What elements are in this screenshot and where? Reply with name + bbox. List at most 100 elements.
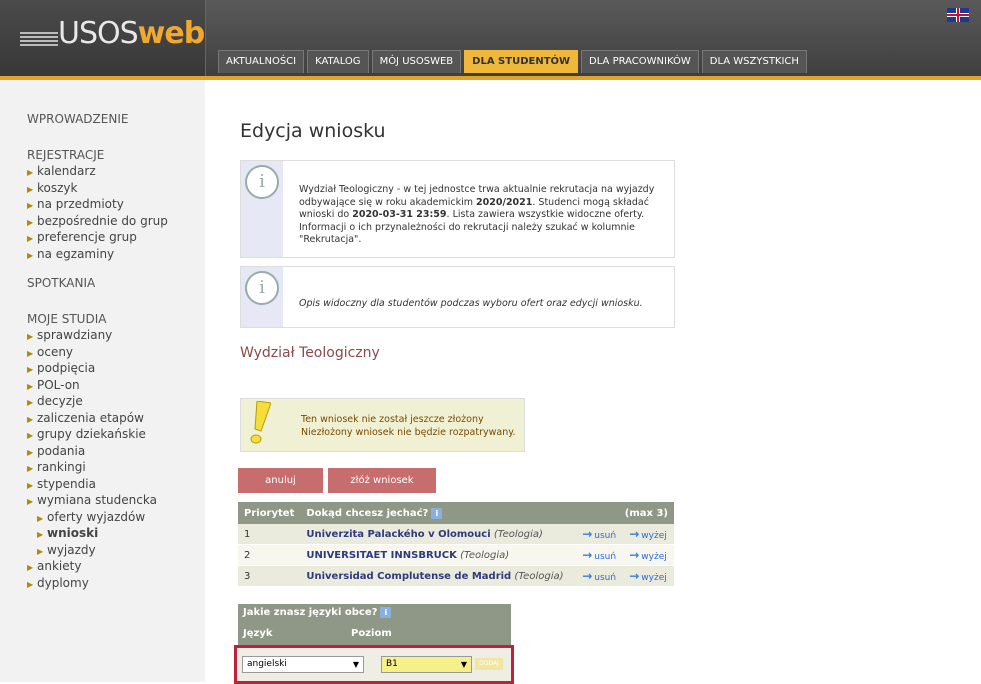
- usosweb-logo[interactable]: USOSweb: [0, 0, 206, 76]
- sidebar-item-kalendarz[interactable]: ▶ kalendarz: [27, 164, 168, 181]
- sidebar-item-rankingi[interactable]: ▶ rankingi: [27, 460, 157, 477]
- add-language-button[interactable]: DODAJ: [475, 658, 503, 670]
- bullet-icon: ▶: [27, 579, 34, 589]
- sidebar-rejestracje-list: ▶ kalendarz ▶ koszyk ▶ na przedmioty ▶ bezpo…: [27, 164, 168, 263]
- level-select[interactable]: B1 ▼: [381, 656, 472, 673]
- arrow-right-icon: →: [582, 548, 593, 562]
- info-text-description: Opis widoczny dla studentów podczas wybo…: [299, 298, 643, 309]
- sidebar-rejestracje-title[interactable]: REJESTRACJE: [27, 148, 104, 162]
- move-up-link[interactable]: → wyżej: [623, 565, 674, 587]
- sidebar: WPROWADZENIE REJESTRACJE ▶ kalendarz ▶ kos…: [0, 80, 205, 682]
- table-row: 3 Universidad Complutense de Madrid (Teo…: [238, 565, 674, 587]
- sidebar-item-na-egzaminy[interactable]: ▶ na egzaminy: [27, 247, 168, 264]
- sidebar-moje-studia-list: ▶ sprawdziany ▶ oceny ▶ podpięcia ▶ POL-on ▶…: [27, 328, 157, 592]
- move-up-link[interactable]: → wyżej: [623, 544, 674, 566]
- uk-flag-icon[interactable]: [947, 8, 969, 22]
- tab-katalog[interactable]: KATALOG: [307, 50, 369, 73]
- table-row: 1 Univerzita Palackého v Olomouci (Teolo…: [238, 524, 674, 545]
- page: USOSweb AKTUALNOŚCI KATALOG MÓJ USOSWEB …: [0, 0, 981, 684]
- tab-dla-studentow[interactable]: DLA STUDENTÓW: [464, 50, 579, 73]
- bullet-icon: ▶: [27, 563, 34, 572]
- sidebar-item-dyplomy[interactable]: ▶ dyplomy: [27, 576, 157, 593]
- sidebar-item-pol-on[interactable]: ▶ POL-on: [27, 378, 157, 395]
- chevron-down-icon: ▼: [352, 660, 359, 669]
- bullet-icon: ▶: [27, 332, 34, 341]
- tab-dla-pracownikow[interactable]: DLA PRACOWNIKÓW: [581, 50, 699, 73]
- destination-cell[interactable]: Universidad Complutense de Madrid (Teolo…: [300, 565, 577, 587]
- remove-link[interactable]: → usuń: [576, 524, 624, 545]
- sidebar-item-wyjazdy[interactable]: ▶ wyjazdy: [27, 543, 157, 560]
- info-icon: i: [245, 271, 279, 305]
- table-header: Priorytet Dokąd chcesz jechać? i (max 3): [238, 502, 674, 524]
- arrow-right-icon: →: [629, 548, 640, 562]
- sidebar-moje-studia-title[interactable]: MOJE STUDIA: [27, 312, 106, 326]
- info-text-recruitment: Wydział Teologiczny - w tej jednostce tr…: [299, 184, 655, 245]
- bullet-icon: ▶: [37, 546, 44, 556]
- bullet-icon: ▶: [27, 398, 34, 407]
- submit-application-button[interactable]: złóż wniosek: [328, 468, 436, 493]
- destination-cell[interactable]: Univerzita Palackého v Olomouci (Teologi…: [300, 524, 577, 545]
- exclamation-warning-icon: [250, 401, 271, 444]
- help-icon[interactable]: i: [431, 507, 443, 519]
- bullet-icon: ▶: [27, 464, 34, 473]
- language-select[interactable]: angielski ▼: [242, 656, 364, 673]
- cancel-application-button[interactable]: anuluj wniosek: [238, 468, 323, 511]
- page-title: Edycja wniosku: [240, 120, 386, 142]
- bullet-icon: ▶: [27, 250, 34, 260]
- bullet-icon: ▶: [27, 201, 34, 210]
- sidebar-item-wymiana[interactable]: ▶ wymiana studencka: [27, 493, 157, 510]
- help-icon[interactable]: i: [380, 607, 392, 618]
- warning-box: Ten wniosek nie został jeszcze złożony N…: [240, 398, 525, 452]
- sidebar-spotkania[interactable]: SPOTKANIA: [27, 276, 95, 290]
- bullet-icon: ▶: [27, 168, 34, 177]
- sidebar-item-na-przedmioty[interactable]: ▶ na przedmioty: [27, 197, 168, 214]
- tab-aktualnosci[interactable]: AKTUALNOŚCI: [218, 50, 305, 73]
- bullet-icon: ▶: [27, 217, 34, 227]
- bullet-icon: ▶: [27, 480, 34, 490]
- destinations-table: Priorytet Dokąd chcesz jechać? i (max 3) …: [238, 502, 674, 587]
- languages-header: Jakie znasz języki obce? i Język Poziom: [238, 604, 511, 646]
- bullet-icon: ▶: [27, 184, 34, 194]
- sidebar-wprowadzenie[interactable]: WPROWADZENIE: [27, 112, 128, 126]
- arrow-right-icon: →: [582, 527, 593, 541]
- bullet-icon: ▶: [27, 365, 34, 374]
- arrow-right-icon: →: [629, 527, 640, 541]
- sidebar-item-ankiety[interactable]: ▶ ankiety: [27, 559, 157, 576]
- sidebar-item-oceny[interactable]: ▶ oceny: [27, 345, 157, 362]
- bullet-icon: ▶: [37, 530, 44, 539]
- remove-link[interactable]: → usuń: [576, 565, 624, 587]
- sidebar-item-podania[interactable]: ▶ podania: [27, 444, 157, 461]
- remove-link[interactable]: → usuń: [576, 544, 624, 566]
- col-max: (max 3): [576, 502, 674, 524]
- sidebar-item-oferty[interactable]: ▶ oferty wyjazdów: [27, 510, 157, 527]
- chevron-down-icon: ▼: [460, 660, 467, 669]
- warning-text: Ten wniosek nie został jeszcze złożony N…: [301, 414, 516, 438]
- col-destination: Dokąd chcesz jechać? i: [300, 502, 577, 524]
- sidebar-item-grupy[interactable]: ▶ grupy dziekańskie: [27, 427, 157, 444]
- bullet-icon: ▶: [27, 348, 34, 358]
- sidebar-item-sprawdziany[interactable]: ▶ sprawdziany: [27, 328, 157, 345]
- table-row: 2 UNIVERSITAET INNSBRUCK (Teologia) → usu…: [238, 544, 674, 566]
- tab-moj-usosweb[interactable]: MÓJ USOSWEB: [371, 50, 462, 73]
- move-up-link[interactable]: → wyżej: [623, 524, 674, 545]
- sidebar-item-bezposrednie[interactable]: ▶ bezpośrednie do grup: [27, 214, 168, 231]
- main-nav-tabs: AKTUALNOŚCI KATALOG MÓJ USOSWEB DLA STUD…: [218, 50, 807, 73]
- sidebar-item-stypendia[interactable]: ▶ stypendia: [27, 477, 157, 494]
- destination-cell[interactable]: UNIVERSITAET INNSBRUCK (Teologia): [300, 544, 577, 566]
- col-language: Język: [243, 628, 273, 639]
- sidebar-item-wnioski[interactable]: ▶ wnioski: [27, 526, 157, 543]
- bullet-icon: ▶: [37, 513, 44, 523]
- sidebar-item-koszyk[interactable]: ▶ koszyk: [27, 181, 168, 198]
- sidebar-item-podpiecia[interactable]: ▶ podpięcia: [27, 361, 157, 378]
- info-box-description: i Opis widoczny dla studentów podczas wy…: [240, 266, 675, 328]
- sidebar-item-decyzje[interactable]: ▶ decyzje: [27, 394, 157, 411]
- bullet-icon: ▶: [27, 447, 34, 457]
- info-box-recruitment: i Wydział Teologiczny - w tej jednostce …: [240, 160, 675, 258]
- bullet-icon: ▶: [27, 497, 34, 506]
- info-icon: i: [245, 165, 279, 199]
- sidebar-item-preferencje[interactable]: ▶ preferencje grup: [27, 230, 168, 247]
- tab-dla-wszystkich[interactable]: DLA WSZYSTKICH: [701, 50, 807, 73]
- languages-question: Jakie znasz języki obce? i: [243, 607, 392, 618]
- header: USOSweb AKTUALNOŚCI KATALOG MÓJ USOSWEB …: [0, 0, 981, 80]
- sidebar-item-zaliczenia[interactable]: ▶ zaliczenia etapów: [27, 411, 157, 428]
